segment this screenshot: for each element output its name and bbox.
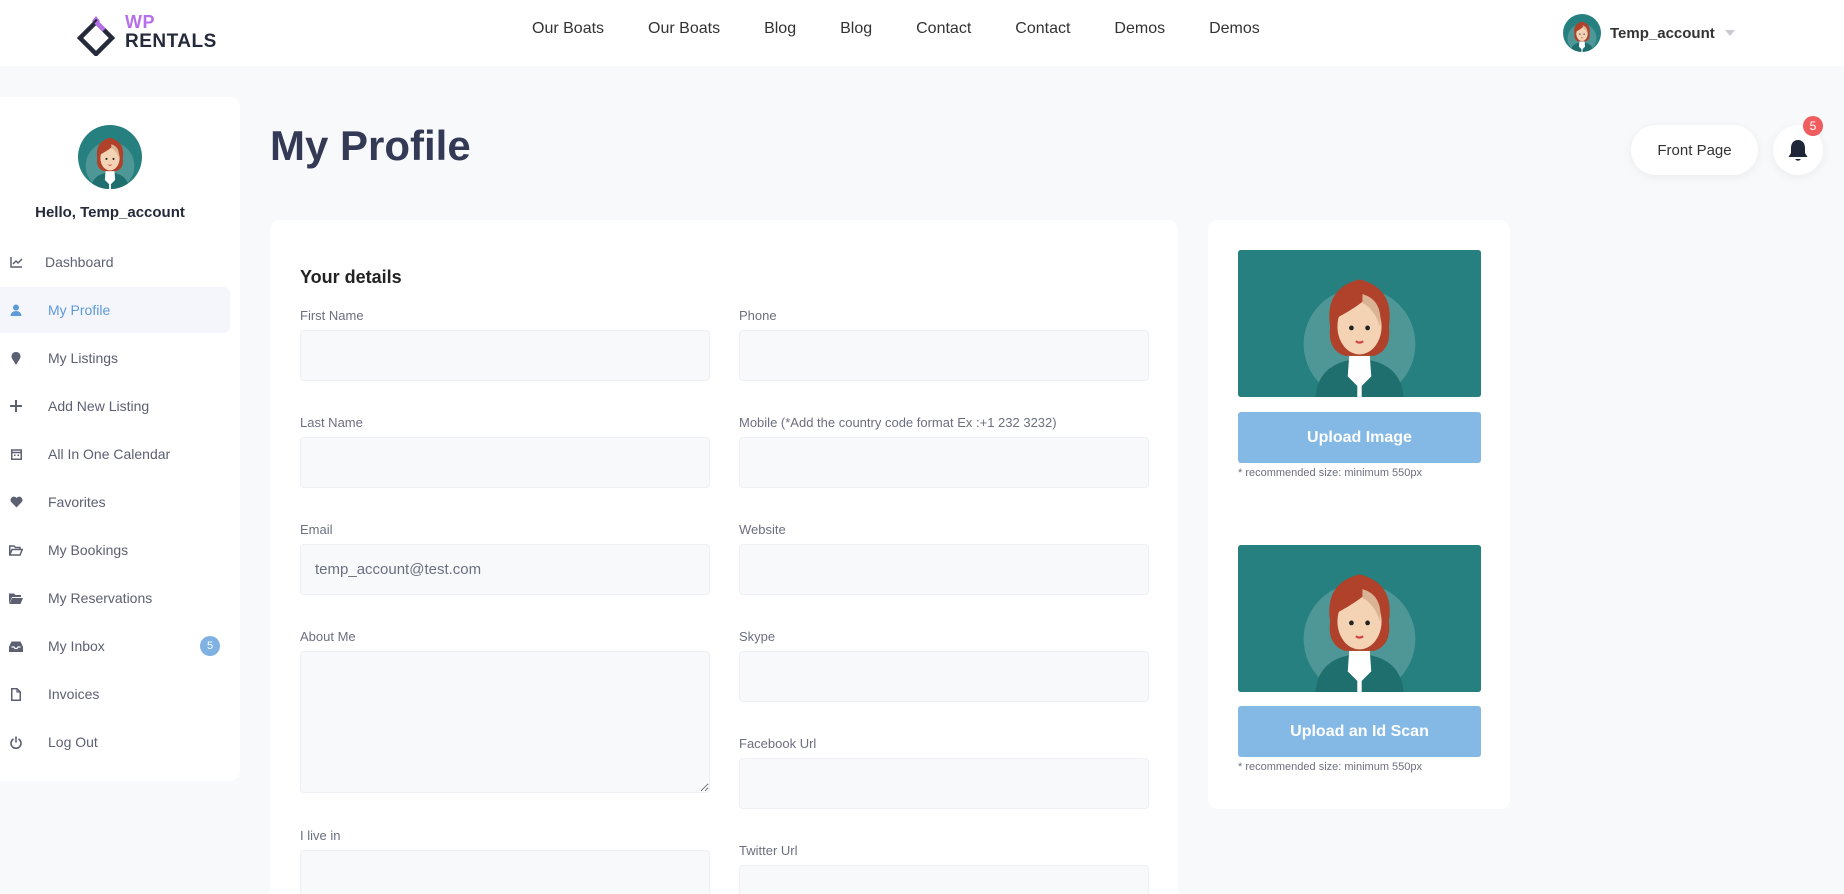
sidebar-item-my-inbox[interactable]: My Inbox 5 xyxy=(0,623,230,669)
nav-item-demos-2[interactable]: Demos xyxy=(1209,20,1260,38)
notification-count-badge: 5 xyxy=(1803,116,1823,136)
map-pin-icon xyxy=(9,351,23,365)
about-me-field[interactable] xyxy=(300,651,710,793)
user-menu[interactable]: Temp_account xyxy=(1563,14,1735,52)
skype-field[interactable] xyxy=(739,651,1149,702)
profile-image-preview xyxy=(1238,250,1481,397)
sidebar-item-label: My Listings xyxy=(48,350,119,366)
file-icon xyxy=(9,687,23,701)
phone-field[interactable] xyxy=(739,330,1149,381)
sidebar-item-label: My Bookings xyxy=(48,542,129,558)
logo-rentals-text: RENTALS xyxy=(125,31,217,52)
folder-open-icon xyxy=(9,543,23,557)
website-field[interactable] xyxy=(739,544,1149,595)
nav-item-contact-2[interactable]: Contact xyxy=(1015,20,1070,38)
plus-icon xyxy=(9,399,23,413)
nav-item-our-boats[interactable]: Our Boats xyxy=(532,20,604,38)
sidebar-item-favorites[interactable]: Favorites xyxy=(0,479,230,525)
sidebar-item-label: My Profile xyxy=(48,302,111,318)
last-name-label: Last Name xyxy=(300,415,363,430)
details-title: Your details xyxy=(300,267,402,287)
inbox-count-badge: 5 xyxy=(200,636,220,656)
chevron-down-icon xyxy=(1724,30,1735,36)
nav-item-blog[interactable]: Blog xyxy=(764,20,796,38)
website-label: Website xyxy=(739,522,786,537)
sidebar-item-my-listings[interactable]: My Listings xyxy=(0,335,230,381)
sidebar-item-calendar[interactable]: All In One Calendar xyxy=(0,431,230,477)
upload-image-button[interactable]: Upload Image xyxy=(1238,412,1481,463)
sidebar-item-log-out[interactable]: Log Out xyxy=(0,719,230,765)
heart-icon xyxy=(9,495,23,509)
facebook-url-label: Facebook Url xyxy=(739,736,817,751)
front-page-button[interactable]: Front Page xyxy=(1631,125,1758,175)
sidebar-item-label: My Reservations xyxy=(48,590,153,606)
top-navbar: WP RENTALS Our Boats Our Boats Blog Blog… xyxy=(0,0,1844,66)
chart-icon xyxy=(9,255,23,269)
twitter-url-field[interactable] xyxy=(739,865,1149,894)
inbox-icon xyxy=(9,639,23,653)
sidebar-item-dashboard[interactable]: Dashboard xyxy=(0,239,230,285)
sidebar-item-my-bookings[interactable]: My Bookings xyxy=(0,527,230,573)
twitter-url-label: Twitter Url xyxy=(739,843,798,858)
id-scan-preview xyxy=(1238,545,1481,692)
upload-id-scan-button[interactable]: Upload an Id Scan xyxy=(1238,706,1481,757)
sidebar-menu: Dashboard My Profile My Listings Add New… xyxy=(0,239,230,767)
last-name-field[interactable] xyxy=(300,437,710,488)
page-title: My Profile xyxy=(270,122,471,169)
nav-item-contact[interactable]: Contact xyxy=(916,20,971,38)
user-menu-username: Temp_account xyxy=(1610,24,1715,42)
sidebar-item-label: Invoices xyxy=(48,686,100,702)
sidebar-item-my-profile[interactable]: My Profile xyxy=(0,287,230,333)
logo-wp-text: WP xyxy=(125,12,155,32)
calendar-icon xyxy=(9,447,23,461)
email-label: Email xyxy=(300,522,333,537)
sidebar-item-label: Dashboard xyxy=(45,254,114,270)
first-name-field[interactable] xyxy=(300,330,710,381)
about-me-label: About Me xyxy=(300,629,356,644)
facebook-url-field[interactable] xyxy=(739,758,1149,809)
sidebar-item-add-new-listing[interactable]: Add New Listing xyxy=(0,383,230,429)
nav-item-our-boats-2[interactable]: Our Boats xyxy=(648,20,720,38)
nav-item-blog-2[interactable]: Blog xyxy=(840,20,872,38)
sidebar-item-label: Log Out xyxy=(48,734,98,750)
sidebar-greeting: Hello, Temp_account xyxy=(35,204,185,221)
sidebar-item-my-reservations[interactable]: My Reservations xyxy=(0,575,230,621)
logo-mark-icon xyxy=(76,16,116,56)
user-icon xyxy=(9,303,23,317)
main-nav: Our Boats Our Boats Blog Blog Contact Co… xyxy=(532,20,1304,38)
live-in-field[interactable] xyxy=(300,850,710,894)
power-icon xyxy=(9,735,23,749)
mobile-field[interactable] xyxy=(739,437,1149,488)
first-name-label: First Name xyxy=(300,308,364,323)
sidebar-item-label: My Inbox xyxy=(48,638,105,654)
live-in-label: I live in xyxy=(300,828,341,843)
phone-label: Phone xyxy=(739,308,777,323)
details-card: Your details First Name Phone Last Name … xyxy=(270,220,1178,894)
folder-icon xyxy=(9,591,23,605)
sidebar-item-label: All In One Calendar xyxy=(48,446,171,462)
sidebar-item-label: Add New Listing xyxy=(48,398,150,414)
upload-card: Upload Image * recommended size: minimum… xyxy=(1208,220,1510,809)
sidebar: Hello, Temp_account Dashboard My Profile… xyxy=(0,97,240,781)
mobile-label: Mobile (*Add the country code format Ex … xyxy=(739,415,1057,430)
sidebar-avatar xyxy=(78,125,142,189)
email-field[interactable] xyxy=(300,544,710,595)
upload-id-scan-hint: * recommended size: minimum 550px xyxy=(1238,761,1423,773)
nav-item-demos[interactable]: Demos xyxy=(1114,20,1165,38)
avatar xyxy=(1563,14,1601,52)
logo[interactable]: WP RENTALS xyxy=(74,10,217,56)
sidebar-item-label: Favorites xyxy=(48,494,106,510)
bell-icon xyxy=(1788,140,1808,161)
upload-image-hint: * recommended size: minimum 550px xyxy=(1238,467,1423,479)
sidebar-item-invoices[interactable]: Invoices xyxy=(0,671,230,717)
skype-label: Skype xyxy=(739,629,776,644)
